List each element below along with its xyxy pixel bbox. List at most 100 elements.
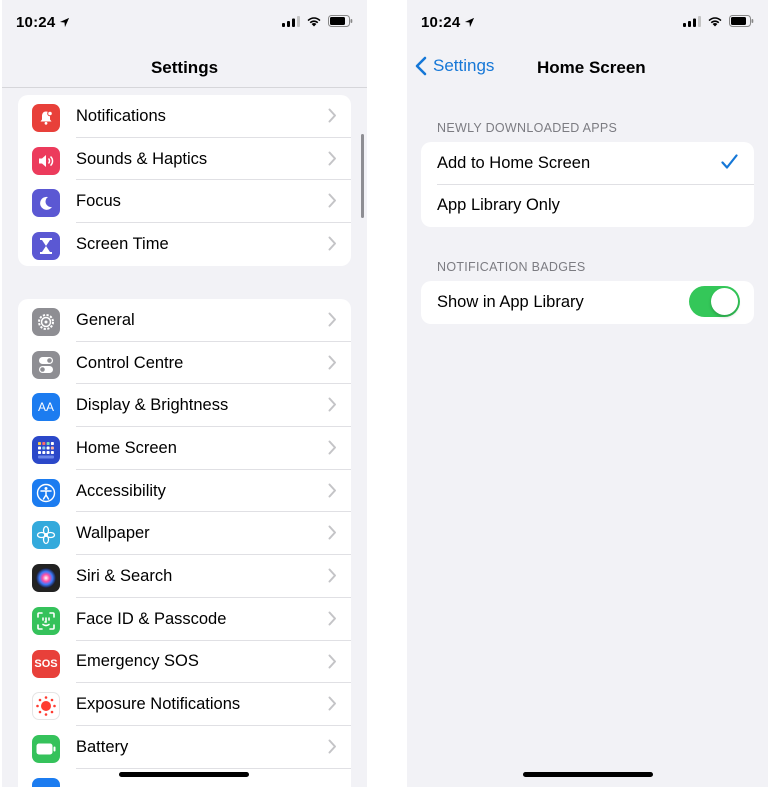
settings-row-face-id-passcode[interactable]: Face ID & Passcode [18, 598, 351, 641]
siri-icon [32, 564, 60, 593]
chevron-right-icon [328, 739, 336, 754]
row-label: Display & Brightness [76, 396, 229, 415]
status-time: 10:24 [421, 14, 475, 31]
chevron-right-icon [328, 236, 336, 251]
row-label: Notifications [76, 106, 166, 125]
privacy-icon [32, 777, 60, 787]
settings-row-general[interactable]: General [18, 299, 351, 342]
status-time-text: 10:24 [421, 14, 461, 31]
exposure-icon [32, 692, 60, 721]
cellular-signal-icon [282, 15, 300, 27]
row-label: Face ID & Passcode [76, 609, 227, 628]
moon-icon [32, 189, 60, 218]
chevron-right-icon [328, 193, 336, 208]
status-bar: 10:24 [407, 0, 768, 46]
wifi-icon [307, 17, 321, 27]
hourglass-icon [32, 232, 60, 261]
row-label: General [76, 310, 135, 329]
section-header-notification-badges: NOTIFICATION BADGES [437, 260, 586, 274]
chevron-right-icon [328, 312, 336, 327]
option-label: Show in App Library [437, 292, 584, 311]
settings-row-screen-time[interactable]: Screen Time [18, 223, 351, 266]
wifi-icon [708, 17, 722, 27]
chevron-left-icon [415, 56, 427, 76]
row-label: Sounds & Haptics [76, 149, 208, 168]
row-label: Siri & Search [76, 566, 173, 585]
battery-status-icon [328, 15, 353, 27]
settings-row-focus[interactable]: Focus [18, 180, 351, 224]
status-time-text: 10:24 [16, 14, 56, 31]
navigation-bar: Settings Home Screen [407, 46, 768, 88]
chevron-right-icon [328, 611, 336, 626]
chevron-right-icon [328, 568, 336, 583]
row-label: Control Centre [76, 353, 184, 372]
chevron-right-icon [328, 525, 336, 540]
settings-row-home-screen[interactable]: Home Screen [18, 427, 351, 470]
status-bar: 10:24 [2, 0, 367, 46]
text-size-icon: AA [32, 393, 60, 422]
row-label: Accessibility [76, 481, 166, 500]
row-label: Focus [76, 192, 121, 211]
row-label: Wallpaper [76, 524, 150, 543]
row-label: Exposure Notifications [76, 695, 241, 714]
settings-row-battery[interactable]: Battery [18, 726, 351, 769]
chevron-right-icon [328, 696, 336, 711]
chevron-right-icon [328, 151, 336, 166]
settings-group-notifications: Notifications Sounds & Haptics Focus Scr… [18, 95, 351, 266]
bell-icon [32, 104, 60, 132]
option-label: Add to Home Screen [437, 153, 591, 172]
settings-group-general: General Control Centre AA Display & Brig… [18, 299, 351, 787]
row-label: Emergency SOS [76, 652, 199, 671]
home-grid-icon [32, 436, 60, 465]
settings-row-exposure-notifications[interactable]: Exposure Notifications [18, 683, 351, 726]
chevron-right-icon [328, 397, 336, 412]
status-time: 10:24 [16, 14, 70, 31]
row-label: Home Screen [76, 438, 177, 457]
chevron-right-icon [328, 654, 336, 668]
face-id-icon [32, 606, 60, 635]
settings-row-emergency-sos[interactable]: SOS Emergency SOS [18, 641, 351, 684]
newly-downloaded-options: Add to Home Screen App Library Only [421, 142, 754, 227]
row-label: Screen Time [76, 234, 169, 253]
gear-icon [32, 308, 60, 336]
option-add-to-home-screen[interactable]: Add to Home Screen [421, 142, 754, 185]
settings-screen: 10:24 Settings Notifications Sounds & Ha… [2, 0, 367, 787]
notification-badges-options: Show in App Library [421, 281, 754, 324]
cellular-signal-icon [683, 15, 701, 27]
scroll-indicator [361, 134, 364, 218]
back-button[interactable]: Settings [415, 56, 494, 76]
option-app-library-only[interactable]: App Library Only [421, 185, 754, 228]
settings-row-siri-search[interactable]: Siri & Search [18, 555, 351, 598]
status-icons [282, 15, 353, 27]
location-arrow-icon [465, 17, 475, 28]
page-title: Settings [150, 58, 219, 77]
settings-row-display-brightness[interactable]: AA Display & Brightness [18, 384, 351, 428]
home-indicator[interactable] [119, 772, 249, 777]
option-show-in-app-library: Show in App Library [421, 281, 754, 324]
settings-row-wallpaper[interactable]: Wallpaper [18, 512, 351, 556]
section-header-newly-downloaded: NEWLY DOWNLOADED APPS [437, 121, 618, 135]
home-indicator[interactable] [523, 772, 653, 777]
row-label: Battery [76, 737, 129, 756]
chevron-right-icon [328, 355, 336, 370]
status-icons [683, 15, 754, 27]
flower-icon [32, 521, 60, 550]
speaker-icon [32, 146, 60, 175]
settings-row-accessibility[interactable]: Accessibility [18, 470, 351, 513]
show-in-app-library-toggle[interactable] [689, 286, 740, 317]
sos-icon: SOS [32, 649, 60, 678]
page-title: Home Screen [537, 58, 646, 77]
accessibility-icon [32, 478, 60, 507]
chevron-right-icon [328, 483, 336, 498]
settings-row-control-centre[interactable]: Control Centre [18, 342, 351, 385]
checkmark-icon [721, 154, 738, 169]
back-button-label: Settings [433, 56, 495, 75]
location-arrow-icon [60, 17, 70, 28]
option-label: App Library Only [437, 196, 560, 215]
chevron-right-icon [328, 440, 336, 455]
chevron-right-icon [328, 108, 336, 123]
home-screen-settings: 10:24 Settings Home Screen NEWLY DOWNLOA… [407, 0, 768, 787]
settings-row-sounds-haptics[interactable]: Sounds & Haptics [18, 138, 351, 181]
settings-row-notifications[interactable]: Notifications [18, 95, 351, 138]
battery-icon [32, 734, 60, 763]
